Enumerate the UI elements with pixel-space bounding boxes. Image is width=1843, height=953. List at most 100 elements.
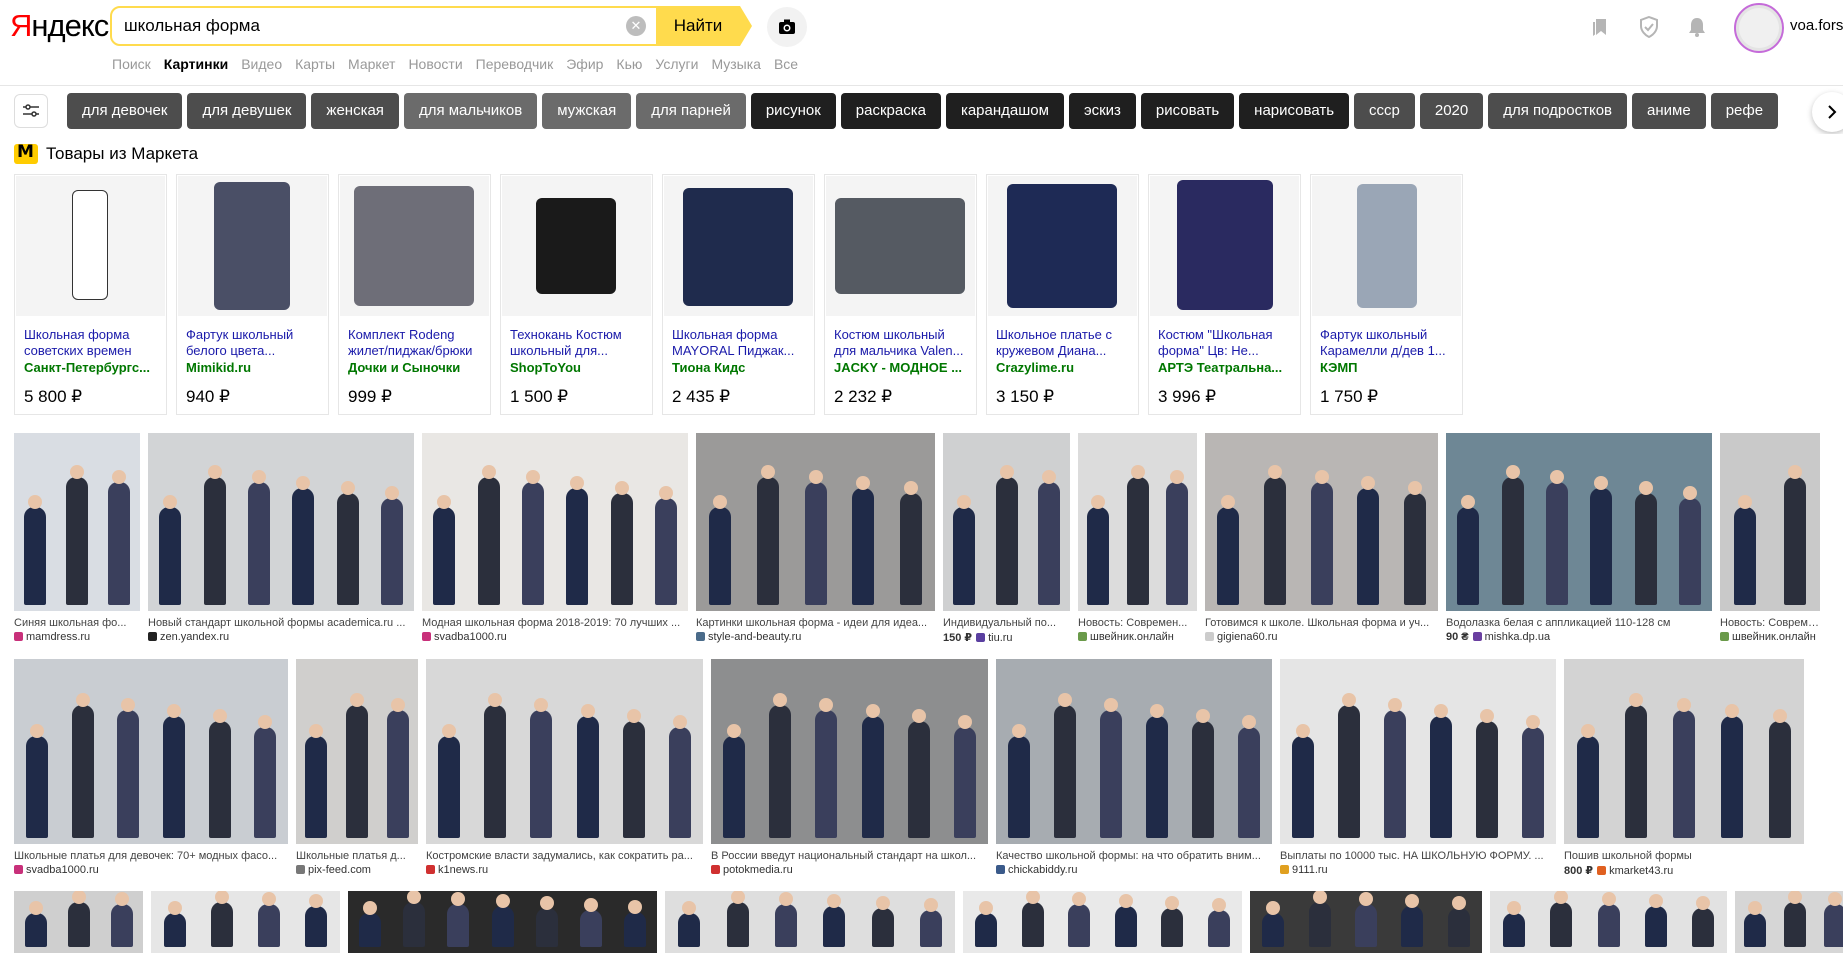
result-caption[interactable]: Индивидуальный по... [943,617,1070,629]
image-result[interactable] [1250,891,1482,953]
refinement-chip[interactable]: нарисовать [1239,93,1350,129]
refinement-chip[interactable]: для девушек [187,93,307,129]
result-source[interactable]: pix-feed.com [296,864,418,876]
clear-search-icon[interactable]: ✕ [626,16,646,36]
market-product-card[interactable]: Технокань Костюм школьный для... ShopToYo… [500,174,653,415]
result-caption[interactable]: Костромские власти задумались, как сокра… [426,850,703,862]
result-source[interactable]: chickabiddy.ru [996,864,1272,876]
refinement-chip[interactable]: ссср [1354,93,1415,129]
result-source[interactable]: zen.yandex.ru [148,631,414,643]
refinement-chip[interactable]: для парней [636,93,746,129]
result-source[interactable]: 90 ₴ mishka.dp.ua [1446,631,1712,643]
product-title[interactable]: Фартук школьный белого цвета... [186,327,322,359]
market-product-card[interactable]: Костюм школьный для мальчика Valen... JAC… [824,174,977,415]
filters-button[interactable] [14,94,48,128]
refinement-chip[interactable]: для мальчиков [403,93,538,129]
image-result[interactable] [348,891,657,953]
service-link[interactable]: Кью [616,56,642,72]
result-caption[interactable]: Выплаты по 10000 тыс. НА ШКОЛЬНУЮ ФОРМУ.… [1280,850,1556,862]
service-link[interactable]: Картинки [164,56,228,72]
result-source[interactable]: 150 ₽ tiu.ru [943,631,1070,644]
notifications-bell-icon[interactable] [1686,16,1708,38]
service-link[interactable]: Услуги [655,56,698,72]
market-product-card[interactable]: Комплект Rodeng жилет/пиджак/брюки Дочки … [338,174,491,415]
refinement-chip[interactable]: женская [311,93,399,129]
image-result[interactable]: Костромские власти задумались, как сокра… [426,659,703,879]
user-avatar[interactable] [1734,3,1784,53]
product-title[interactable]: Школьное платье с кружевом Диана... [996,327,1132,359]
product-title[interactable]: Школьная форма MAYORAL Пиджак... [672,327,808,359]
image-result[interactable]: Новость: Современ... швейник.онлайн [1078,433,1197,647]
refinement-chip[interactable]: раскраска [840,93,941,129]
refinement-chip[interactable]: для подростков [1488,93,1628,129]
service-link[interactable]: Эфир [566,56,603,72]
market-product-card[interactable]: Школьная форма MAYORAL Пиджак... Тиона Ки… [662,174,815,415]
image-result[interactable] [14,891,143,953]
result-caption[interactable]: Водолазка белая с аппликацией 110-128 см [1446,617,1712,629]
product-shop[interactable]: Дочки и Сыночки [348,360,484,375]
refinement-chip[interactable]: карандашом [945,93,1064,129]
result-source[interactable]: style-and-beauty.ru [696,631,935,643]
product-shop[interactable]: КЭМП [1320,360,1456,375]
product-title[interactable]: Костюм школьный для мальчика Valen... [834,327,970,359]
result-caption[interactable]: Картинки школьная форма - идеи для идеа.… [696,617,935,629]
product-shop[interactable]: JACKY - МОДНОЕ ... [834,360,970,375]
service-link[interactable]: Новости [408,56,462,72]
service-link[interactable]: Переводчик [476,56,554,72]
image-result[interactable]: Картинки школьная форма - идеи для идеа.… [696,433,935,647]
product-shop[interactable]: ShopToYou [510,360,646,375]
refinement-chip[interactable]: аниме [1632,93,1706,129]
service-link[interactable]: Карты [295,56,335,72]
result-caption[interactable]: Готовимся к школе. Школьная форма и уч..… [1205,617,1438,629]
protection-shield-icon[interactable] [1638,16,1660,38]
refinement-chip[interactable]: рисовать [1140,93,1235,129]
service-link[interactable]: Все [774,56,798,72]
result-source[interactable]: svadba1000.ru [14,864,288,876]
image-result[interactable]: В России введут национальный стандарт на… [711,659,988,879]
service-link[interactable]: Поиск [112,56,151,72]
image-result[interactable]: Модная школьная форма 2018-2019: 70 лучш… [422,433,688,647]
result-caption[interactable]: Новость: Современ... [1078,617,1197,629]
service-link[interactable]: Музыка [711,56,761,72]
image-result[interactable]: Школьные платья д... pix-feed.com [296,659,418,879]
market-product-card[interactable]: Костюм "Школьная форма" Цв: Не... АРТЭ Те… [1148,174,1301,415]
result-source[interactable]: k1news.ru [426,864,703,876]
search-input[interactable] [112,8,652,44]
result-caption[interactable]: Школьные платья для девочек: 70+ модных … [14,850,288,862]
product-title[interactable]: Комплект Rodeng жилет/пиджак/брюки [348,327,484,359]
result-caption[interactable]: Школьные платья д... [296,850,418,862]
refinement-chip[interactable]: мужская [542,93,632,129]
refinement-chip[interactable]: эскиз [1068,93,1136,129]
product-title[interactable]: Школьная форма советских времен [24,327,160,359]
image-result[interactable]: Выплаты по 10000 тыс. НА ШКОЛЬНУЮ ФОРМУ.… [1280,659,1556,879]
service-link[interactable]: Маркет [348,56,395,72]
result-caption[interactable]: Модная школьная форма 2018-2019: 70 лучш… [422,617,688,629]
result-source[interactable]: 9111.ru [1280,864,1556,876]
image-result[interactable]: Новость: Современ... швейник.онлайн [1720,433,1820,647]
image-result[interactable] [665,891,955,953]
image-result[interactable]: Новый стандарт школьной формы academica.… [148,433,414,647]
result-source[interactable]: 800 ₽ kmarket43.ru [1564,864,1804,877]
image-result[interactable]: Пошив школьной формы 800 ₽ kmarket43.ru [1564,659,1804,879]
image-result[interactable]: Водолазка белая с аппликацией 110-128 см… [1446,433,1712,647]
result-source[interactable]: potokmedia.ru [711,864,988,876]
image-result[interactable]: Индивидуальный по... 150 ₽ tiu.ru [943,433,1070,647]
market-product-card[interactable]: Фартук школьный Карамелли д/дев 1... КЭМП… [1310,174,1463,415]
refinement-chip[interactable]: рефе [1710,93,1779,129]
result-caption[interactable]: Синяя школьная фо... [14,617,140,629]
result-caption[interactable]: Качество школьной формы: на что обратить… [996,850,1272,862]
image-result[interactable] [151,891,340,953]
image-result[interactable]: Качество школьной формы: на что обратить… [996,659,1272,879]
market-product-card[interactable]: Школьное платье с кружевом Диана... Crazy… [986,174,1139,415]
refinement-chip[interactable]: рисунок [750,93,836,129]
chips-scroll-next-button[interactable] [1812,92,1843,132]
result-caption[interactable]: В России введут национальный стандарт на… [711,850,988,862]
result-caption[interactable]: Новость: Современ... [1720,617,1820,629]
product-shop[interactable]: Crazylime.ru [996,360,1132,375]
result-source[interactable]: mamdress.ru [14,631,140,643]
product-shop[interactable]: Санкт-Петербургс... [24,360,160,375]
collections-icon[interactable] [1590,16,1612,38]
product-shop[interactable]: Тиона Кидс [672,360,808,375]
product-title[interactable]: Костюм "Школьная форма" Цв: Не... [1158,327,1294,359]
image-result[interactable]: Синяя школьная фо... mamdress.ru [14,433,140,647]
